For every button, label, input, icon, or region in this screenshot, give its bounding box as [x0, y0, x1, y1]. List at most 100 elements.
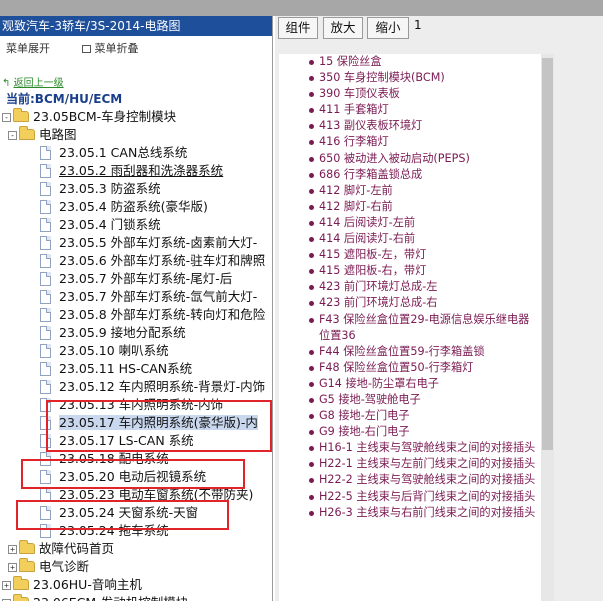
expand-toggle-icon[interactable]: +: [8, 563, 17, 572]
tree-item-label: 23.05.10 喇叭系统: [59, 343, 169, 358]
list-item: 413 副仪表板环境灯: [279, 118, 541, 134]
list-item: 423 前门环境灯总成-左: [279, 279, 541, 295]
list-item: 414 后阅读灯-右前: [279, 231, 541, 247]
document-icon: [40, 362, 51, 376]
folder-icon: [19, 558, 35, 572]
tree-item-label: 23.05.6 外部车灯系统-驻车灯和牌照: [59, 253, 266, 268]
tree-item[interactable]: 23.05.11 HS-CAN系统: [40, 360, 192, 378]
tree-item-label: 23.05.1 CAN总线系统: [59, 145, 188, 160]
tree-item[interactable]: 23.05.7 外部车灯系统-尾灯-后: [40, 270, 232, 288]
menu-collapse-button[interactable]: 菜单折叠: [81, 42, 153, 55]
components-button[interactable]: 组件: [278, 17, 318, 39]
back-link-label: 返回上一级: [13, 78, 64, 89]
collapse-icon: [81, 45, 91, 53]
list-item: H16-1 主线束与驾驶舱线束之间的对接插头: [279, 440, 541, 456]
list-item: 423 前门环境灯总成-右: [279, 295, 541, 311]
tree-item-label: 23.05.5 外部车灯系统-卤素前大灯-: [59, 235, 258, 250]
menu-collapse-label: 菜单折叠: [94, 42, 139, 55]
back-arrow-icon: ↰: [2, 78, 11, 89]
document-icon: [40, 182, 51, 196]
list-item: 686 行李箱盖锁总成: [279, 167, 541, 183]
tree-item[interactable]: 23.05.3 防盗系统: [40, 180, 161, 198]
navigation-panel: 观致汽车-3轿车/3S-2014-电路图 菜单展开 菜单折叠 ↰ 返回上一级 当…: [0, 16, 273, 601]
top-gray-bar: [0, 0, 603, 16]
list-item: F48 保险丝盒位置50-行李箱灯: [279, 360, 541, 376]
list-item: F43 保险丝盒位置29-电源信息娱乐继电器位置36: [279, 312, 541, 344]
list-item: 412 脚灯-左前: [279, 183, 541, 199]
tree-item[interactable]: 23.05.4 防盗系统(豪华版): [40, 198, 208, 216]
zoom-out-button[interactable]: 缩小: [367, 17, 409, 39]
back-link[interactable]: ↰ 返回上一级: [2, 74, 64, 89]
tree-item[interactable]: 23.05.1 CAN总线系统: [40, 144, 187, 162]
tree-item[interactable]: 23.05.9 接地分配系统: [40, 324, 186, 342]
component-document: 15 保险丝盒 350 车身控制模块(BCM) 390 车顶仪表板 411 手套箱灯 4…: [279, 54, 541, 601]
list-item: 415 遮阳板-左，带灯: [279, 247, 541, 263]
folder-icon: [13, 576, 29, 590]
tree-item-label: 23.05.4 防盗系统(豪华版): [59, 199, 208, 214]
highlight-box-lighting: [46, 400, 272, 452]
tree-item[interactable]: 23.05.7 外部车灯系统-氙气前大灯-: [40, 288, 257, 306]
scrollbar-thumb[interactable]: [542, 58, 553, 450]
tree-item[interactable]: +23.06HU-音响主机: [2, 576, 142, 594]
tree-item-label: 23.06ECM-发动机控制模块: [33, 595, 188, 601]
expand-toggle-icon[interactable]: +: [2, 581, 11, 590]
document-icon: [40, 308, 51, 322]
tree-item-label: 23.05.3 防盗系统: [59, 181, 161, 196]
tree-item-label: 23.05.11 HS-CAN系统: [59, 361, 193, 376]
folder-icon: [19, 126, 35, 140]
tree-item[interactable]: - 23.05BCM-车身控制模块: [2, 108, 176, 126]
page-number: 1: [414, 18, 422, 32]
list-item: 412 脚灯-右前: [279, 199, 541, 215]
document-icon: [40, 218, 51, 232]
tree-item-label: 电气诊断: [39, 559, 90, 574]
menu-expand-label: 菜单展开: [6, 42, 50, 55]
zoom-in-button[interactable]: 放大: [323, 17, 363, 39]
list-item: 414 后阅读灯-左前: [279, 215, 541, 231]
tree-item[interactable]: 23.05.8 外部车灯系统-转向灯和危险: [40, 306, 265, 324]
vertical-scrollbar[interactable]: [541, 54, 554, 601]
tree-item[interactable]: + 故障代码首页: [8, 540, 114, 558]
tree-item-label: 故障代码首页: [39, 541, 115, 556]
list-item: G14 接地-防尘罩右电子: [279, 376, 541, 392]
document-icon: [40, 344, 51, 358]
list-item: H26-3 主线束与右前门线束之间的对接插头: [279, 505, 541, 521]
current-path: 当前:BCM/HU/ECM: [6, 92, 123, 106]
tree-item[interactable]: 23.05.6 外部车灯系统-驻车灯和牌照: [40, 252, 265, 270]
viewer-toolbar: 组件 放大 缩小 1: [275, 16, 603, 42]
collapse-toggle-icon[interactable]: -: [2, 113, 11, 122]
tree-item[interactable]: 23.05.2 雨刮器和洗涤器系统: [40, 162, 223, 180]
folder-icon: [19, 540, 35, 554]
tree-item-label: 23.05.9 接地分配系统: [59, 325, 186, 340]
tree-item-label: 23.05BCM-车身控制模块: [33, 109, 177, 124]
collapse-toggle-icon[interactable]: -: [8, 131, 17, 140]
list-item: 390 车顶仪表板: [279, 86, 541, 102]
list-item: G9 接地-右门电子: [279, 424, 541, 440]
list-item: G5 接地-驾驶舱电子: [279, 392, 541, 408]
list-item: 415 遮阳板-右，带灯: [279, 263, 541, 279]
menu-expand-button[interactable]: 菜单展开: [6, 42, 64, 55]
tree-item[interactable]: 23.05.5 外部车灯系统-卤素前大灯-: [40, 234, 257, 252]
tree-item[interactable]: 23.05.12 车内照明系统-背景灯-内饰: [40, 378, 265, 396]
folder-icon: [13, 594, 29, 601]
tree-item[interactable]: 23.05.10 喇叭系统: [40, 342, 169, 360]
document-icon: [40, 146, 51, 160]
expand-toggle-icon[interactable]: +: [8, 545, 17, 554]
tree-item-label: 23.05.8 外部车灯系统-转向灯和危险: [59, 307, 266, 322]
tree-item-label: 23.05.4 门锁系统: [59, 217, 161, 232]
list-item: H22-1 主线束与左前门线束之间的对接插头: [279, 456, 541, 472]
tree-item-label: 23.05.2 雨刮器和洗涤器系统: [59, 163, 224, 178]
list-item: F44 保险丝盒位置59-行李箱盖锁: [279, 344, 541, 360]
document-icon: [40, 290, 51, 304]
list-item: 411 手套箱灯: [279, 102, 541, 118]
tree-item-label: 23.06HU-音响主机: [33, 577, 142, 592]
tree-item[interactable]: - 电路图: [8, 126, 77, 144]
tree-item-label: 23.05.12 车内照明系统-背景灯-内饰: [59, 379, 266, 394]
tree-item[interactable]: + 电气诊断: [8, 558, 89, 576]
tree-item[interactable]: 23.05.4 门锁系统: [40, 216, 161, 234]
document-icon: [40, 272, 51, 286]
tree-item[interactable]: +23.06ECM-发动机控制模块: [2, 594, 188, 601]
content-panel: 组件 放大 缩小 1 15 保险丝盒 350 车身控制模块(BCM) 390 车顶仪…: [275, 16, 603, 601]
tree-item-label: 23.05.7 外部车灯系统-尾灯-后: [59, 271, 233, 286]
menu-toolbar: 菜单展开 菜单折叠: [6, 40, 167, 56]
list-item: H22-2 主线束与驾驶舱线束之间的对接插头: [279, 472, 541, 488]
